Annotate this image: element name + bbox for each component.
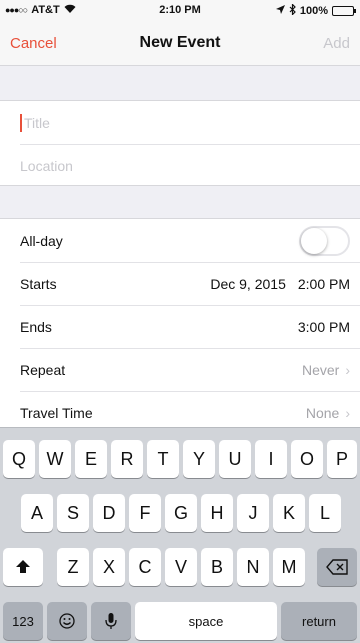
battery-icon: [332, 6, 356, 16]
emoji-key[interactable]: [47, 602, 87, 640]
title-row[interactable]: [0, 101, 360, 144]
location-arrow-icon: [275, 5, 285, 17]
starts-date[interactable]: Dec 9, 2015: [210, 276, 286, 292]
repeat-row[interactable]: Repeat Never ›: [0, 348, 360, 391]
keyboard-row-1: Q W E R T Y U I O P: [0, 440, 360, 478]
key-l[interactable]: L: [309, 494, 341, 532]
key-x[interactable]: X: [93, 548, 125, 586]
key-h[interactable]: H: [201, 494, 233, 532]
chevron-right-icon: ›: [345, 404, 350, 421]
chevron-right-icon: ›: [345, 361, 350, 378]
text-caret: [20, 114, 22, 132]
key-y[interactable]: Y: [183, 440, 215, 478]
backspace-key[interactable]: [317, 548, 357, 586]
key-q[interactable]: Q: [3, 440, 35, 478]
key-p[interactable]: P: [327, 440, 357, 478]
emoji-icon: [59, 613, 75, 629]
ends-label: Ends: [20, 318, 52, 335]
key-k[interactable]: K: [273, 494, 305, 532]
keyboard: Q W E R T Y U I O P A S D F G H J K L Z: [0, 427, 360, 643]
event-details-group: All-day Starts Dec 9, 2015 2:00 PM Ends …: [0, 218, 360, 434]
add-button[interactable]: Add: [323, 35, 350, 52]
shift-icon: [16, 560, 30, 573]
key-m[interactable]: M: [273, 548, 305, 586]
key-g[interactable]: G: [165, 494, 197, 532]
starts-row[interactable]: Starts Dec 9, 2015 2:00 PM: [0, 262, 360, 305]
navigation-bar: Cancel New Event Add: [0, 22, 360, 66]
battery-percent: 100%: [299, 5, 328, 17]
location-row[interactable]: [0, 144, 360, 187]
all-day-label: All-day: [20, 232, 63, 249]
ends-time[interactable]: 3:00 PM: [298, 319, 350, 335]
key-n[interactable]: N: [237, 548, 269, 586]
ends-row[interactable]: Ends 3:00 PM: [0, 305, 360, 348]
key-b[interactable]: B: [201, 548, 233, 586]
travel-time-value: None: [305, 404, 340, 421]
keyboard-row-2: A S D F G H J K L: [0, 494, 360, 532]
key-w[interactable]: W: [39, 440, 71, 478]
return-key[interactable]: return: [281, 602, 357, 640]
keyboard-row-3: Z X C V B N M: [0, 548, 360, 586]
repeat-value: Never: [301, 361, 340, 378]
key-a[interactable]: A: [21, 494, 53, 532]
key-u[interactable]: U: [219, 440, 251, 478]
microphone-icon: [105, 613, 117, 629]
key-v[interactable]: V: [165, 548, 197, 586]
key-f[interactable]: F: [129, 494, 161, 532]
location-input[interactable]: [20, 157, 350, 174]
toggle-knob: [301, 227, 327, 254]
all-day-row: All-day: [0, 219, 360, 262]
bluetooth-icon: [289, 3, 296, 18]
backspace-icon: [326, 559, 348, 575]
title-input[interactable]: [20, 114, 350, 131]
page-title: New Event: [139, 34, 221, 51]
title-location-group: [0, 100, 360, 186]
dictation-key[interactable]: [91, 602, 131, 640]
key-z[interactable]: Z: [57, 548, 89, 586]
key-r[interactable]: R: [111, 440, 143, 478]
key-e[interactable]: E: [75, 440, 107, 478]
key-d[interactable]: D: [93, 494, 125, 532]
key-o[interactable]: O: [291, 440, 323, 478]
keyboard-row-4: 123 space return: [0, 602, 360, 640]
key-s[interactable]: S: [57, 494, 89, 532]
status-bar: ●●●○○ AT&T 2:10 PM 100%: [0, 0, 360, 22]
space-key[interactable]: space: [135, 602, 277, 640]
starts-label: Starts: [20, 275, 57, 292]
numbers-key[interactable]: 123: [3, 602, 43, 640]
key-j[interactable]: J: [237, 494, 269, 532]
key-t[interactable]: T: [147, 440, 179, 478]
new-event-screen: ●●●○○ AT&T 2:10 PM 100% Cancel New Event…: [0, 0, 360, 643]
starts-time[interactable]: 2:00 PM: [298, 276, 350, 292]
repeat-label: Repeat: [20, 361, 66, 378]
key-i[interactable]: I: [255, 440, 287, 478]
key-c[interactable]: C: [129, 548, 161, 586]
shift-key[interactable]: [3, 548, 43, 586]
travel-time-label: Travel Time: [20, 404, 93, 421]
all-day-toggle[interactable]: [299, 225, 350, 256]
